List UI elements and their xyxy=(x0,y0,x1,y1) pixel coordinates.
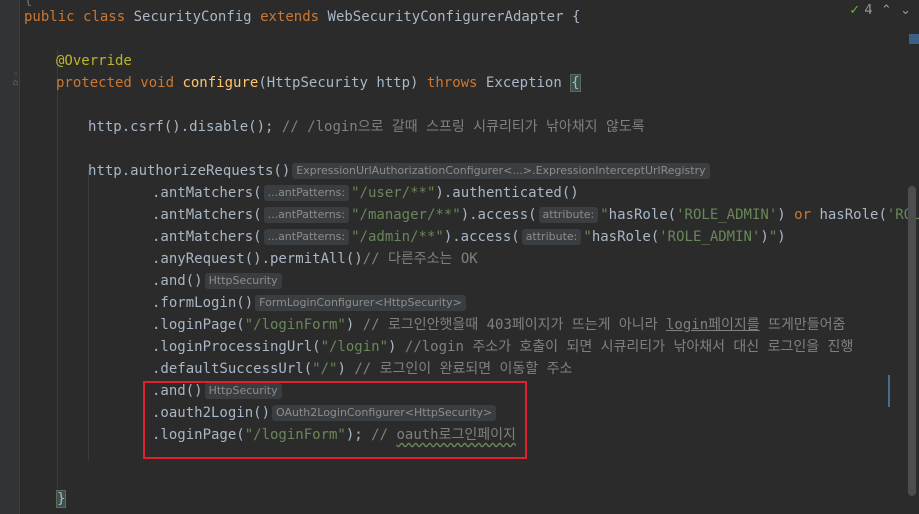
injected-code: hasRole( xyxy=(591,229,660,245)
string-literal: "/admin/**" xyxy=(351,229,444,245)
code-line[interactable]: http.csrf().disable(); // /login으로 갈때 스프… xyxy=(88,116,645,138)
annotation: @Override xyxy=(56,53,132,69)
brace: } xyxy=(56,490,67,508)
brace: { xyxy=(570,74,581,92)
parameter-hint: ...antPatterns: xyxy=(263,185,350,201)
code-line[interactable]: .antMatchers(...antPatterns: "/user/**").… xyxy=(152,182,579,204)
comment: // 로그인이 완료되면 이동할 주소 xyxy=(354,361,573,377)
parameter-hint: ...antPatterns: xyxy=(263,229,350,245)
fold-marker-icon[interactable]: ⌂ xyxy=(13,78,22,88)
keyword: throws xyxy=(426,75,478,91)
string-literal: "/login" xyxy=(320,339,389,355)
comment: // 다른주소는 OK xyxy=(362,251,478,267)
parameter-hint: attribute: xyxy=(538,207,599,223)
code-line[interactable]: .loginPage("/loginForm") // 로그인안햇을때 403페… xyxy=(152,314,845,336)
chevron-down-icon[interactable]: ⌄ xyxy=(900,3,911,18)
keyword: extends xyxy=(260,9,320,25)
string-literal: "/loginForm" xyxy=(244,317,346,333)
code: .antMatchers( xyxy=(152,229,262,245)
code: ) xyxy=(345,317,355,333)
indent-guide xyxy=(57,50,58,500)
change-marker xyxy=(888,375,890,407)
parameter-hint: ...antPatterns: xyxy=(263,207,350,223)
code-line[interactable]: .formLogin() FormLoginConfigurer<HttpSecu… xyxy=(152,292,468,314)
type-hint: FormLoginConfigurer<HttpSecurity> xyxy=(255,295,466,311)
code-line[interactable]: .defaultSuccessUrl("/") // 로그인이 완료되면 이동할… xyxy=(152,358,572,380)
injected-code: ) xyxy=(760,229,769,245)
code-line[interactable]: @Override xyxy=(56,50,132,72)
keyword: class xyxy=(83,9,126,25)
keyword: protected xyxy=(56,75,132,91)
code: http.authorizeRequests() xyxy=(88,163,291,179)
class-name: SecurityConfig xyxy=(133,9,252,25)
scroll-marker[interactable] xyxy=(909,34,919,44)
indent-guide xyxy=(88,170,89,460)
brace: { xyxy=(571,9,581,25)
check-icon: ✓ xyxy=(849,3,861,18)
code: ) xyxy=(777,229,786,245)
highlight-annotation-box xyxy=(143,381,527,459)
code-line[interactable]: .antMatchers(...antPatterns: "/manager/**… xyxy=(152,204,919,226)
keyword: void xyxy=(140,75,175,91)
inspection-status[interactable]: ✓ 4 ⌃ ⌄ xyxy=(849,3,911,18)
string-literal: "/" xyxy=(312,361,338,377)
code-line[interactable]: .antMatchers(...antPatterns: "/admin/**")… xyxy=(152,226,786,248)
code: .loginProcessingUrl( xyxy=(152,339,321,355)
inspection-count: 4 xyxy=(864,3,873,18)
exception-type: Exception xyxy=(485,75,562,91)
keyword: public xyxy=(24,9,75,25)
code: .antMatchers( xyxy=(152,185,262,201)
code-line[interactable]: http.authorizeRequests() ExpressionUrlAut… xyxy=(88,160,712,182)
code: http.csrf().disable(); xyxy=(88,119,274,135)
code-line[interactable]: .loginProcessingUrl("/login") //login 주소… xyxy=(152,336,853,358)
parameters: (HttpSecurity http) xyxy=(258,75,419,91)
comment: // /login으로 갈때 스프링 시큐리티가 낚아채지 않도록 xyxy=(281,119,645,135)
injected-code: hasRole( xyxy=(819,207,887,223)
comment: 뜨게만들어줌 xyxy=(759,317,846,333)
string-literal: " xyxy=(583,229,592,245)
code: ).access( xyxy=(460,207,537,223)
parameter-hint: attribute: xyxy=(521,229,582,245)
code-line[interactable]: protected void configure(HttpSecurity ht… xyxy=(56,72,581,94)
code-line[interactable]: } xyxy=(56,488,67,510)
keyword: or xyxy=(794,207,811,223)
injected-code: ) xyxy=(777,207,786,223)
code-line[interactable]: .and() HttpSecurity xyxy=(152,270,284,292)
code: ).authenticated() xyxy=(435,185,579,201)
injected-code: hasRole( xyxy=(608,207,677,223)
string-literal: "/manager/**" xyxy=(351,207,461,223)
chevron-up-icon[interactable]: ⌃ xyxy=(881,3,892,18)
code: ).access( xyxy=(443,229,520,245)
string-literal: 'ROLE_ADMIN' xyxy=(659,229,761,245)
code: .antMatchers( xyxy=(152,207,262,223)
code: .loginPage( xyxy=(152,317,245,333)
comment: login페이지를 xyxy=(666,317,760,333)
vertical-scrollbar[interactable] xyxy=(908,186,916,496)
code: ) xyxy=(388,339,397,355)
superclass-name: WebSecurityConfigurerAdapter xyxy=(327,9,564,25)
string-literal: " xyxy=(600,207,609,223)
code: .and() xyxy=(152,273,203,289)
code-line[interactable]: .anyRequest().permitAll()// 다른주소는 OK xyxy=(152,248,478,270)
type-hint: ExpressionUrlAuthorizationConfigurer<...… xyxy=(292,163,710,179)
type-hint: HttpSecurity xyxy=(204,273,282,289)
string-literal: "/user/**" xyxy=(351,185,436,201)
comment: //login 주소가 호출이 되면 시큐리티가 낚아채서 대신 로그인을 진행 xyxy=(404,339,854,355)
code: ) xyxy=(337,361,346,377)
code: .defaultSuccessUrl( xyxy=(152,361,313,377)
comment: // 로그인안햇을때 403페이지가 뜨는게 아니라 xyxy=(362,317,666,333)
code: .formLogin() xyxy=(152,295,254,311)
method-name: configure xyxy=(182,75,259,91)
string-literal: 'ROLE_ADMIN' xyxy=(676,207,778,223)
code-line[interactable]: public class SecurityConfig extends WebS… xyxy=(24,6,580,28)
code: .anyRequest().permitAll() xyxy=(152,251,363,267)
